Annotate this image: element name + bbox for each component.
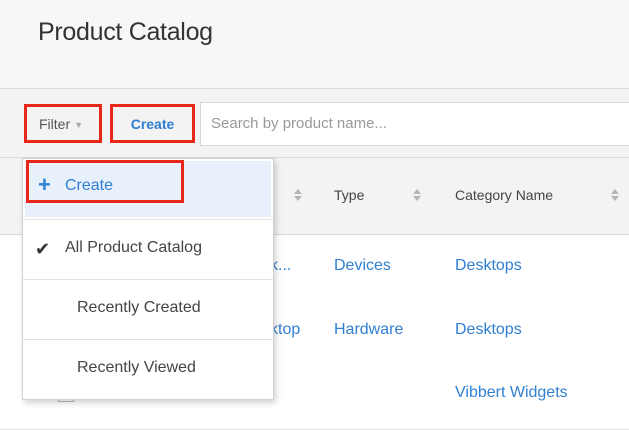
type-link[interactable]: Hardware — [334, 321, 403, 339]
sort-icon[interactable] — [413, 189, 421, 202]
filter-menu-item-recently-created[interactable]: Recently Created — [23, 279, 273, 340]
page-title: Product Catalog — [38, 18, 213, 46]
category-link[interactable]: Desktops — [455, 321, 522, 339]
filter-menu-item-label: All Product Catalog — [65, 239, 202, 256]
column-header-category-name[interactable]: Category Name — [455, 187, 553, 203]
create-highlight-frame — [26, 160, 184, 203]
search-input[interactable]: Search by product name... — [200, 102, 629, 146]
filter-label: Filter — [39, 115, 71, 132]
product-name-link[interactable]: ktop — [270, 321, 300, 339]
filter-dropdown-button[interactable]: Filter ▼ — [24, 104, 102, 143]
category-link[interactable]: Vibbert Widgets — [455, 384, 568, 402]
sort-icon[interactable] — [611, 189, 619, 202]
column-header-type[interactable]: Type — [334, 187, 364, 203]
category-link[interactable]: Desktops — [455, 257, 522, 275]
chevron-down-icon: ▼ — [74, 119, 84, 130]
filter-menu-item-all-product-catalog[interactable]: ✔ All Product Catalog — [23, 219, 273, 280]
create-button[interactable]: Create — [110, 104, 195, 143]
filter-menu-item-label: Recently Created — [77, 299, 201, 316]
type-link[interactable]: Devices — [334, 257, 391, 275]
sort-icon[interactable] — [294, 189, 302, 202]
filter-menu-item-recently-viewed[interactable]: Recently Viewed — [23, 339, 273, 400]
page-header: Product Catalog — [0, 0, 629, 89]
filter-menu-item-label: Recently Viewed — [77, 359, 196, 376]
checkmark-icon: ✔ — [35, 239, 51, 259]
